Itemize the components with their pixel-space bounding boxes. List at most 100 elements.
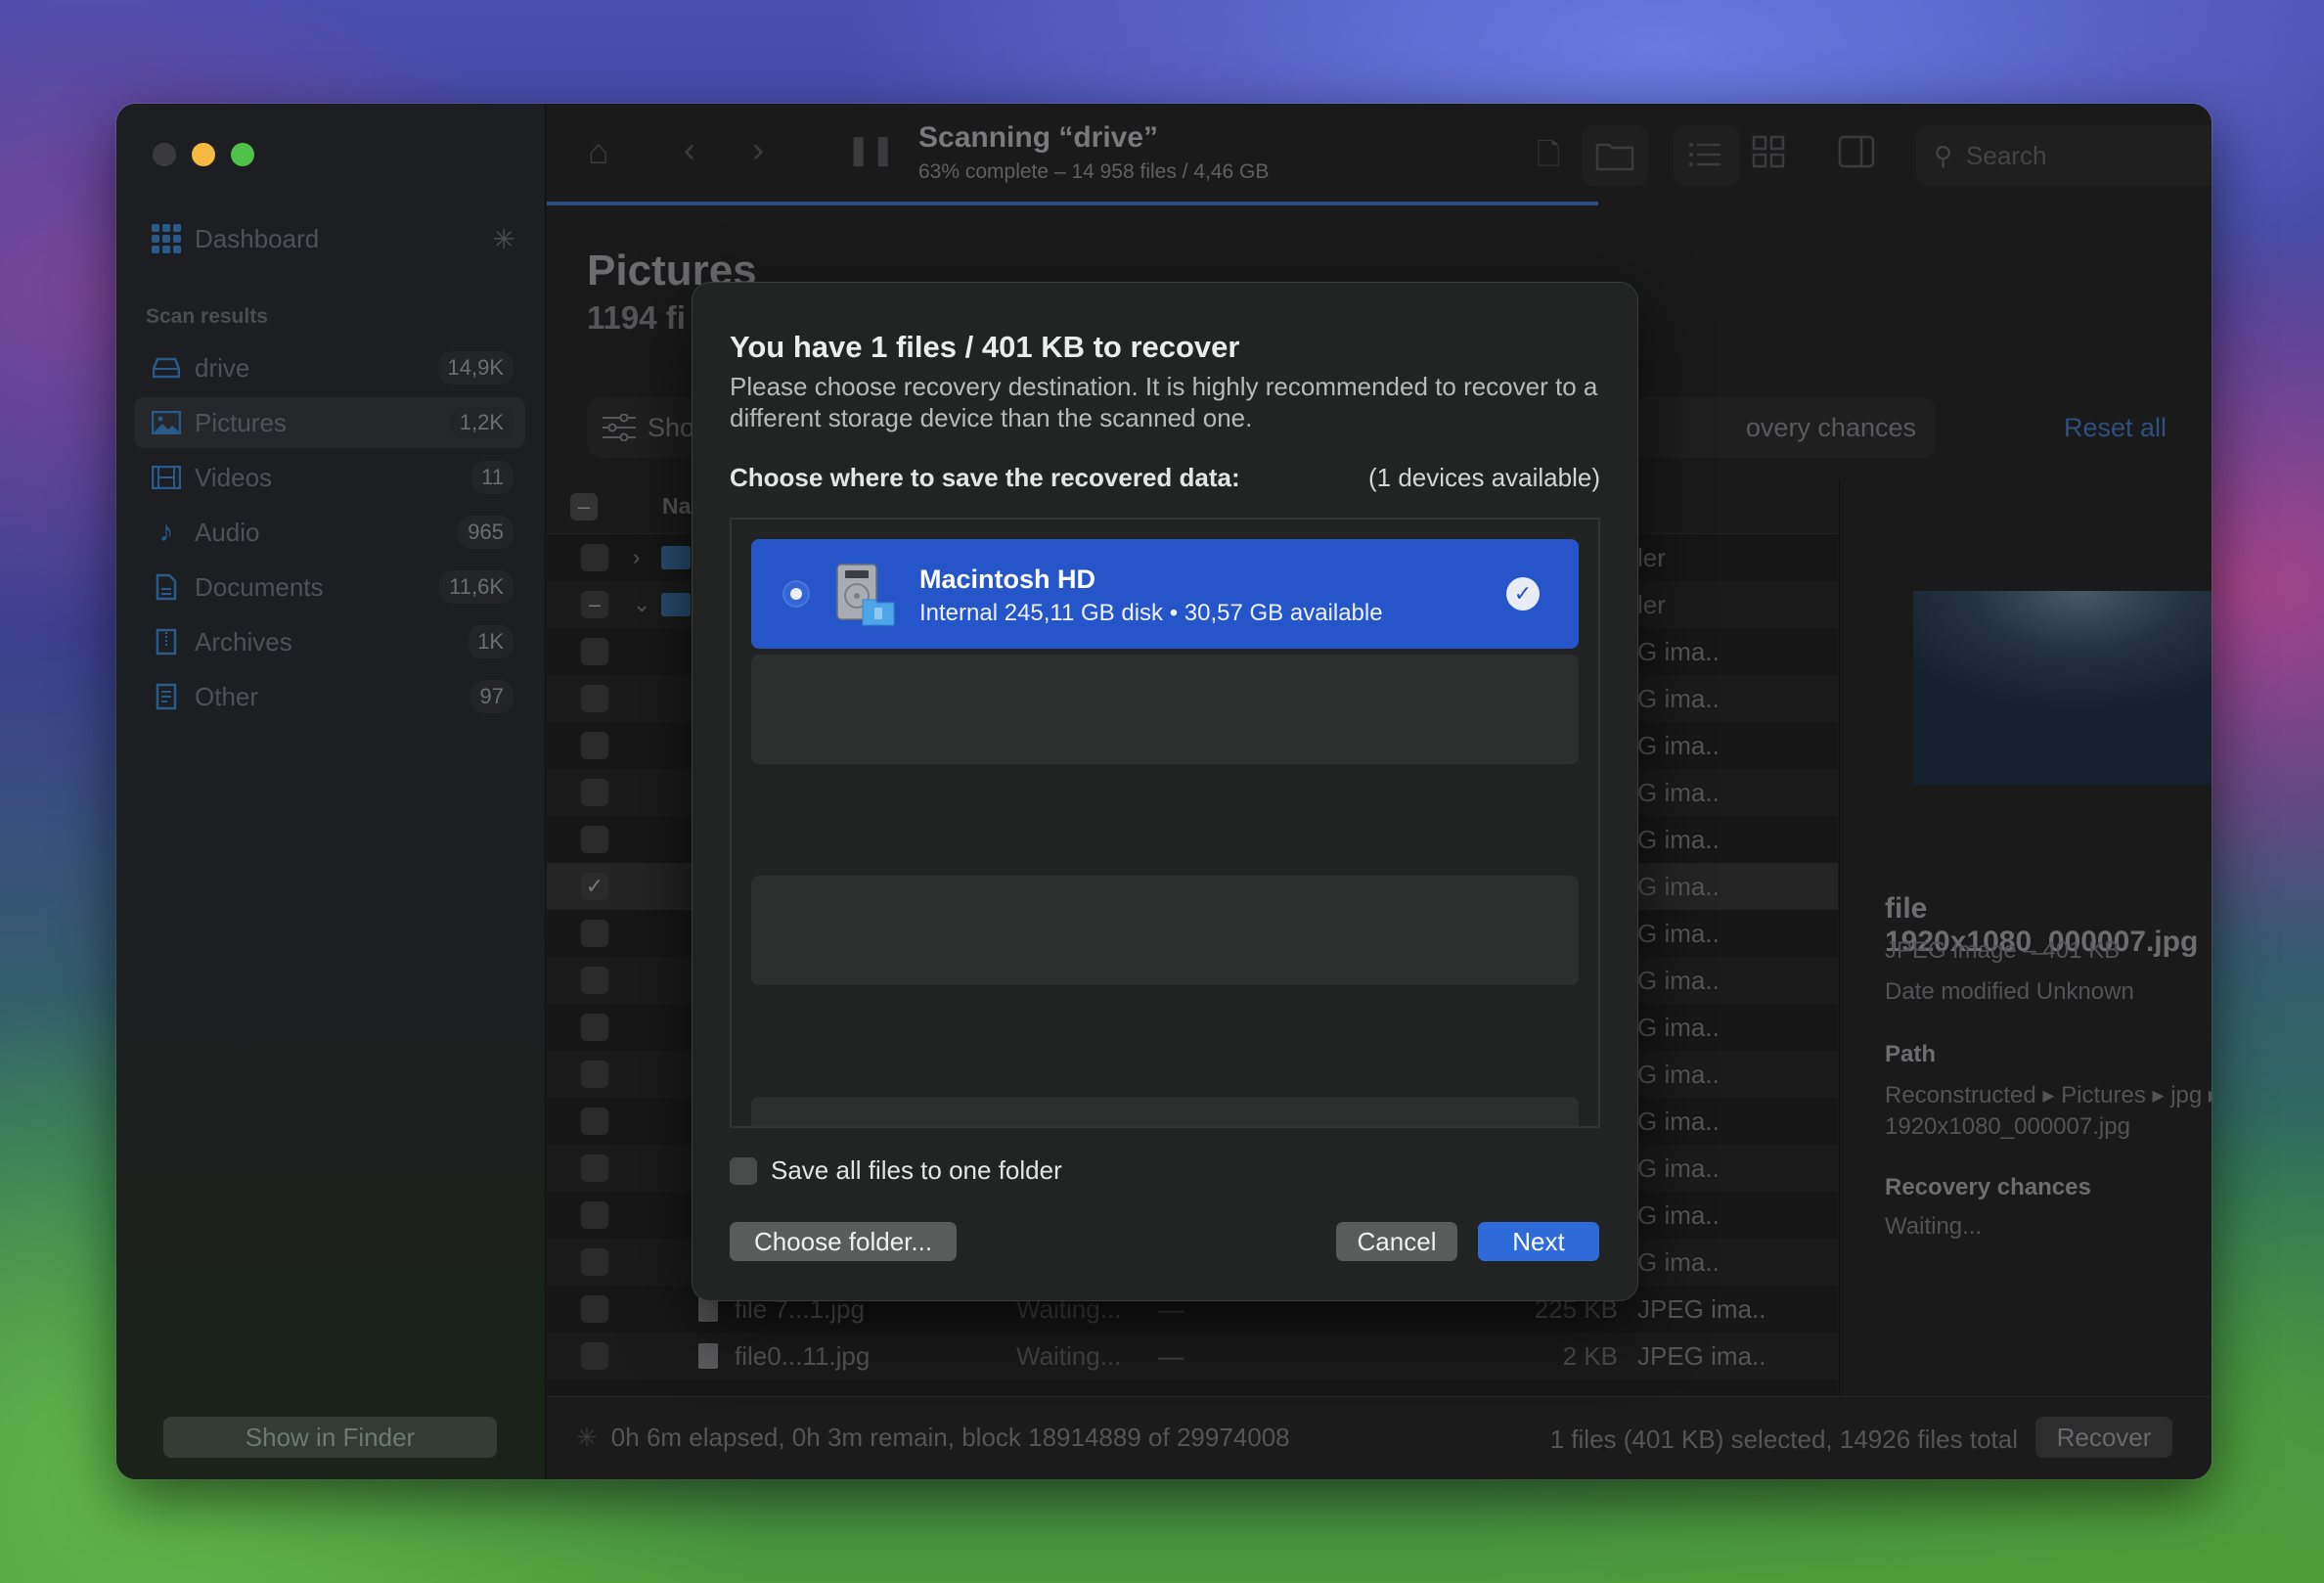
- choose-destination-label: Choose where to save the recovered data:: [730, 463, 1240, 492]
- row-checkbox[interactable]: [581, 732, 608, 759]
- count-badge: 97: [469, 680, 514, 713]
- preview-file-type: JPEG image – 401 KB: [1885, 937, 2121, 964]
- videos-icon: [152, 463, 181, 492]
- file-kind: G ima..: [1637, 965, 1720, 995]
- drive-icon: [152, 353, 181, 383]
- row-checkbox[interactable]: [581, 1248, 608, 1276]
- close-window-button[interactable]: [153, 143, 176, 166]
- sidebar-toggle-icon[interactable]: [1838, 135, 1875, 177]
- row-checkbox[interactable]: [581, 685, 608, 712]
- image-thumbnail: [1913, 591, 2212, 785]
- status-bar: ✳ 0h 6m elapsed, 0h 3m remain, block 189…: [547, 1396, 2212, 1479]
- file-size: 2 KB: [1562, 1340, 1618, 1371]
- folder-view-button[interactable]: [1582, 125, 1648, 186]
- forward-chevron-icon[interactable]: ›: [752, 129, 764, 170]
- sidebar-item-archives[interactable]: Archives 1K: [134, 616, 525, 667]
- file-kind: G ima..: [1637, 871, 1720, 901]
- sidebar-item-label: drive: [195, 352, 250, 383]
- row-checkbox[interactable]: [581, 1201, 608, 1229]
- row-checkbox[interactable]: [581, 920, 608, 947]
- selection-summary: 1 files (401 KB) selected, 14926 files t…: [1549, 1425, 2018, 1454]
- sidebar-item-drive[interactable]: drive 14,9K: [134, 342, 525, 393]
- scan-status: ✳ 0h 6m elapsed, 0h 3m remain, block 189…: [576, 1423, 1290, 1453]
- recovery-destination-dialog: You have 1 files / 401 KB to recover Ple…: [693, 283, 1637, 1300]
- count-badge: 1,2K: [449, 406, 514, 439]
- maximize-window-button[interactable]: [231, 143, 254, 166]
- row-checkbox[interactable]: [581, 1154, 608, 1182]
- table-row[interactable]: file0...11.jpg Waiting... — 2 KB JPEG ima..: [547, 1333, 1838, 1379]
- sidebar-item-label: Documents: [195, 571, 324, 602]
- count-badge: 965: [458, 516, 514, 549]
- sidebar-item-audio[interactable]: ♪ Audio 965: [134, 507, 525, 558]
- sidebar-item-dashboard[interactable]: Dashboard ✳: [152, 219, 515, 258]
- dashboard-grid-icon: [152, 224, 181, 253]
- row-checkbox[interactable]: [581, 1342, 608, 1370]
- next-button[interactable]: Next: [1478, 1222, 1599, 1261]
- scan-status-text: 0h 6m elapsed, 0h 3m remain, block 18914…: [610, 1423, 1290, 1452]
- row-checkbox[interactable]: [581, 826, 608, 853]
- sidebar-item-videos[interactable]: Videos 11: [134, 452, 525, 503]
- save-one-folder-option[interactable]: Save all files to one folder: [730, 1155, 1062, 1186]
- row-checkbox[interactable]: [581, 1014, 608, 1041]
- home-icon[interactable]: ⌂: [588, 131, 609, 172]
- recovery-chances-filter[interactable]: overy chances: [1603, 397, 1936, 458]
- file-kind: G ima..: [1637, 1199, 1720, 1230]
- minimize-window-button[interactable]: [192, 143, 215, 166]
- row-checkbox[interactable]: [581, 967, 608, 994]
- grid-view-icon[interactable]: [1752, 135, 1785, 177]
- file-kind: G ima..: [1637, 636, 1720, 666]
- count-badge: 11: [471, 461, 514, 494]
- file-view-icon[interactable]: 🗋: [1537, 133, 1560, 183]
- file-kind: G ima..: [1637, 730, 1720, 760]
- devices-available-count: (1 devices available): [1367, 463, 1600, 492]
- row-checkbox[interactable]: [581, 1061, 608, 1088]
- scan-results-list: drive 14,9K Pictures 1,2K Videos 11 ♪ Au…: [134, 342, 525, 726]
- sidebar-item-label: Audio: [195, 517, 260, 547]
- choose-folder-button[interactable]: Choose folder...: [730, 1222, 957, 1261]
- select-all-checkbox[interactable]: –: [570, 492, 598, 520]
- filter-sliders-icon: [603, 414, 636, 441]
- file-kind: G ima..: [1637, 1012, 1720, 1042]
- save-one-folder-checkbox[interactable]: [730, 1156, 757, 1185]
- search-placeholder: Search: [1966, 140, 2047, 170]
- row-checkbox[interactable]: [581, 779, 608, 806]
- back-chevron-icon[interactable]: ‹: [684, 129, 695, 170]
- file-count: 1194 fi: [587, 299, 686, 336]
- cancel-button[interactable]: Cancel: [1336, 1222, 1457, 1261]
- file-kind: G ima..: [1637, 777, 1720, 807]
- row-checkbox[interactable]: ✓: [581, 873, 608, 900]
- recover-button[interactable]: Recover: [2035, 1417, 2172, 1458]
- row-checkbox[interactable]: [581, 1108, 608, 1135]
- empty-device-slot: [751, 1097, 1579, 1126]
- device-radio[interactable]: [782, 580, 810, 608]
- preview-path: Reconstructed ▸ Pictures ▸ jpg ▸ file 19…: [1885, 1082, 2212, 1140]
- recovery-chances: —: [1158, 1340, 1184, 1371]
- sidebar-item-documents[interactable]: Documents 11,6K: [134, 562, 525, 612]
- sidebar-item-other[interactable]: Other 97: [134, 671, 525, 722]
- scan-results-heading: Scan results: [146, 305, 268, 328]
- selected-checkmark-icon: ✓: [1506, 577, 1540, 611]
- reset-all-link[interactable]: Reset all: [2064, 413, 2167, 443]
- sidebar-item-pictures[interactable]: Pictures 1,2K: [134, 397, 525, 448]
- dialog-title: You have 1 files / 401 KB to recover: [730, 330, 1240, 364]
- count-badge: 11,6K: [439, 570, 514, 604]
- row-checkbox[interactable]: [581, 1295, 608, 1323]
- chevron-down-icon[interactable]: ⌄: [633, 592, 650, 617]
- show-in-finder-button[interactable]: Show in Finder: [163, 1417, 497, 1458]
- count-badge: 1K: [468, 625, 514, 658]
- preview-panel: file 1920x1080_000007.jpg JPEG image – 4…: [1839, 479, 2212, 1396]
- file-kind: JPEG ima..: [1637, 1293, 1766, 1324]
- row-checkbox[interactable]: –: [581, 591, 608, 618]
- file-status: Waiting...: [1016, 1340, 1122, 1371]
- pause-icon[interactable]: ❚❚: [846, 133, 895, 167]
- list-view-button[interactable]: [1674, 125, 1740, 186]
- file-kind: G ima..: [1637, 683, 1720, 713]
- row-checkbox[interactable]: [581, 638, 608, 665]
- chevron-right-icon[interactable]: ›: [633, 545, 640, 570]
- scan-progress-text: 63% complete – 14 958 files / 4,46 GB: [918, 160, 1270, 183]
- name-column-header[interactable]: Na: [662, 493, 691, 520]
- device-item-macintosh-hd[interactable]: Macintosh HD Internal 245,11 GB disk • 3…: [751, 539, 1579, 649]
- filter-label: Sho: [648, 412, 695, 442]
- search-input[interactable]: ⚲ Search: [1916, 125, 2212, 186]
- row-checkbox[interactable]: [581, 544, 608, 571]
